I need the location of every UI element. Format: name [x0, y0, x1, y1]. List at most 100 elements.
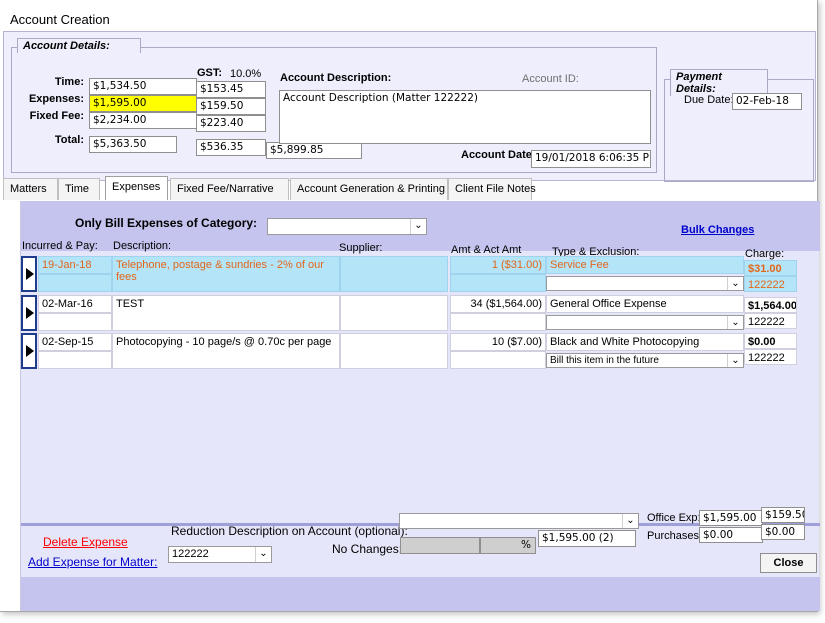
row-matter[interactable]: 122222 [744, 276, 797, 292]
chevron-down-icon: ⌄ [727, 316, 743, 329]
account-creation-window: Account Creation Account Details: GST: 1… [0, 0, 820, 612]
chevron-down-icon: ⌄ [255, 547, 271, 562]
row-supplier[interactable] [340, 256, 448, 292]
gst-rate: 10.0% [230, 68, 262, 80]
header-supplier: Supplier: [339, 242, 383, 254]
due-date-field[interactable]: 02-Feb-18 [732, 93, 802, 110]
no-changes-value-field[interactable]: $1,595.00 (2) [538, 530, 636, 547]
add-expense-matter: 122222 [172, 548, 209, 560]
row-date[interactable]: 02-Mar-16 [38, 295, 112, 313]
row-type[interactable]: Black and White Photocopying [546, 333, 744, 351]
account-details-legend: Account Details: [17, 38, 141, 53]
row-exclusion-dropdown[interactable]: Bill this item in the future ⌄ [546, 353, 744, 368]
row-matter[interactable]: 122222 [744, 349, 797, 365]
add-expense-matter-dropdown[interactable]: 122222 ⌄ [168, 546, 272, 563]
chevron-down-icon: ⌄ [727, 354, 743, 367]
purchases-field[interactable]: $0.00 [699, 527, 763, 543]
row-description[interactable]: Telephone, postage & sundries - 2% of ou… [112, 256, 340, 292]
row-charge[interactable]: $31.00 [744, 260, 797, 276]
add-expense-link[interactable]: Add Expense for Matter: [28, 555, 157, 569]
purchases-label: Purchases: [647, 530, 703, 542]
row-supplier[interactable] [340, 333, 448, 369]
no-changes-input-2[interactable]: % [480, 537, 536, 554]
row-amt-2[interactable] [450, 274, 546, 292]
row-amt[interactable]: 34 ($1,564.00) [450, 295, 546, 313]
row-type[interactable]: Service Fee [546, 256, 744, 274]
total-label: Total: [54, 134, 84, 146]
category-filter-label: Only Bill Expenses of Category: [75, 216, 258, 230]
account-date-field[interactable]: 19/01/2018 6:06:35 PM [531, 150, 651, 168]
row-pay[interactable] [38, 313, 112, 331]
row-type[interactable]: General Office Expense [546, 295, 744, 313]
chevron-down-icon: ⌄ [410, 219, 426, 234]
purchases-gst-field[interactable]: $0.00 [761, 524, 805, 540]
no-changes-input-1[interactable] [400, 537, 480, 554]
office-exp-gst-field[interactable]: $159.50 [761, 507, 805, 523]
table-row[interactable]: 02-Mar-16 TEST 34 ($1,564.00) General Of… [21, 295, 800, 331]
row-charge[interactable]: $0.00 [744, 333, 797, 349]
time-gst-field[interactable]: $153.45 [196, 81, 266, 98]
expenses-amount-field[interactable]: $1,595.00 [89, 95, 197, 112]
total-amount-field[interactable]: $5,363.50 [89, 136, 177, 153]
row-description[interactable]: TEST [112, 295, 340, 331]
tab-matters[interactable]: Matters [3, 178, 58, 200]
row-matter[interactable]: 122222 [744, 313, 797, 329]
account-description-textarea[interactable]: Account Description (Matter 122222) [279, 90, 651, 144]
reduction-dropdown[interactable]: ⌄ [399, 513, 639, 529]
row-supplier[interactable] [340, 295, 448, 331]
row-exclusion: Bill this item in the future [550, 355, 659, 366]
row-exclusion-dropdown[interactable]: ⌄ [546, 315, 744, 330]
tab-client-file-notes[interactable]: Client File Notes [448, 178, 536, 200]
expenses-gst-field[interactable]: $159.50 [196, 98, 266, 115]
tab-time[interactable]: Time [58, 178, 100, 200]
row-amt-2[interactable] [450, 351, 546, 369]
row-amt-2[interactable] [450, 313, 546, 331]
header-incurred: Incurred & Pay: [22, 240, 98, 252]
table-row[interactable]: 19-Jan-18 Telephone, postage & sundries … [21, 256, 800, 292]
bulk-changes-link[interactable]: Bulk Changes [681, 224, 754, 236]
tab-fixed-fee-narrative[interactable]: Fixed Fee/Narrative [170, 178, 289, 200]
percent-symbol: % [521, 539, 531, 551]
row-amt[interactable]: 10 ($7.00) [450, 333, 546, 351]
fixed-fee-label: Fixed Fee: [29, 110, 84, 122]
close-button[interactable]: Close [760, 553, 817, 573]
fixed-fee-amount-field[interactable]: $2,234.00 [89, 112, 197, 129]
window-title: Account Creation [10, 12, 110, 27]
row-selector-icon[interactable] [21, 333, 37, 369]
no-changes-label: No Changes: [332, 542, 403, 556]
row-selector-icon[interactable] [21, 256, 37, 292]
account-id-label: Account ID: [522, 73, 579, 85]
category-filter-dropdown[interactable]: ⌄ [267, 218, 427, 235]
time-label: Time: [54, 76, 84, 88]
chevron-down-icon: ⌄ [622, 514, 638, 528]
tab-account-generation-printing[interactable]: Account Generation & Printing [290, 178, 448, 200]
office-exp-field[interactable]: $1,595.00 [699, 510, 763, 526]
row-pay[interactable] [38, 274, 112, 292]
table-row[interactable]: 02-Sep-15 Photocopying - 10 page/s @ 0.7… [21, 333, 800, 369]
delete-expense-link[interactable]: Delete Expense [43, 535, 128, 549]
row-charge[interactable]: $1,564.00 [744, 297, 797, 313]
row-selector-icon[interactable] [21, 295, 37, 331]
total-incl-gst-field[interactable]: $5,899.85 [266, 142, 362, 159]
account-description-label: Account Description: [280, 72, 392, 84]
fixed-fee-gst-field[interactable]: $223.40 [196, 115, 266, 132]
header-amt: Amt & Act Amt [451, 244, 522, 256]
row-date[interactable]: 19-Jan-18 [38, 256, 112, 274]
row-amt[interactable]: 1 ($31.00) [450, 256, 546, 274]
reduction-label: Reduction Description on Account (option… [171, 524, 408, 538]
tab-expenses[interactable]: Expenses [105, 176, 168, 200]
row-description[interactable]: Photocopying - 10 page/s @ 0.70c per pag… [112, 333, 340, 369]
due-date-label: Due Date: [684, 94, 734, 106]
total-gst-field[interactable]: $536.35 [196, 139, 266, 156]
row-date[interactable]: 02-Sep-15 [38, 333, 112, 351]
header-description: Description: [113, 240, 172, 252]
expenses-panel: Only Bill Expenses of Category: ⌄ Bulk C… [20, 201, 820, 611]
footer-band [21, 577, 820, 611]
office-exp-label: Office Exp: [647, 512, 701, 524]
row-exclusion-dropdown[interactable]: ⌄ [546, 276, 744, 291]
time-amount-field[interactable]: $1,534.50 [89, 78, 197, 95]
row-pay[interactable] [38, 351, 112, 369]
payment-details-legend: Payment Details: [670, 69, 768, 96]
gst-label: GST: [197, 67, 223, 79]
chevron-down-icon: ⌄ [727, 277, 743, 290]
